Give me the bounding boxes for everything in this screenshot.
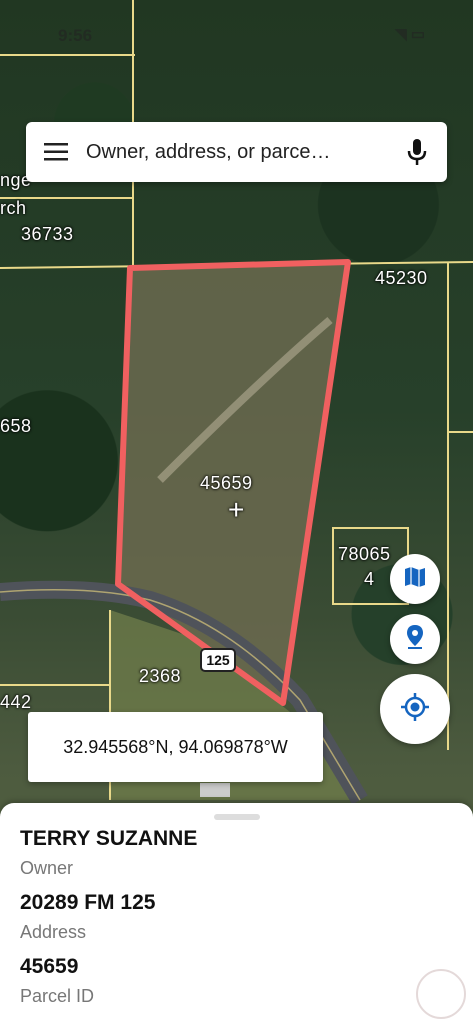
sheet-drag-handle[interactable] [214,814,260,820]
parcel-label-selected: 45659 [200,473,253,493]
map-layers-icon [404,565,426,594]
parcel-label: 36733 [21,224,74,244]
realtor-seal-logo [416,969,466,1019]
parcel-label: 4 [364,569,375,589]
parcel-label: 78065 [338,544,391,564]
road-shield-icon: 125 [200,648,236,672]
microphone-icon[interactable] [387,122,447,182]
search-bar[interactable]: Owner, address, or parce… [26,122,447,182]
menu-icon[interactable] [26,122,86,182]
parcel-label: 442 [0,692,32,712]
location-pin-icon [405,624,425,655]
parcel-details-sheet[interactable]: TERRY SUZANNE Owner 20289 FM 125 Address… [0,803,473,1024]
map-crosshair-icon: + [228,494,245,525]
parcel-id-value: 45659 [20,955,79,978]
my-location-button[interactable] [380,674,450,744]
building [200,783,230,797]
parcel-label: 658 [0,416,32,436]
owner-value: TERRY SUZANNE [20,827,198,850]
drop-pin-button[interactable] [390,614,440,664]
owner-label: Owner [20,858,74,878]
coordinates-readout[interactable]: 32.945568°N, 94.069878°W [28,712,323,782]
parcel-label: 45230 [375,268,428,288]
map-layers-button[interactable] [390,554,440,604]
my-location-icon [400,692,430,727]
map-label-partial-2: rch [0,198,27,218]
parcel-label: 2368 [139,666,182,686]
status-icons: ◥ ▭ [395,26,425,43]
address-label: Address [20,922,87,942]
search-input[interactable]: Owner, address, or parce… [86,141,387,164]
address-value: 20289 FM 125 [20,891,156,914]
status-time: 9:56 [58,26,93,45]
parcel-id-label: Parcel ID [20,986,95,1006]
